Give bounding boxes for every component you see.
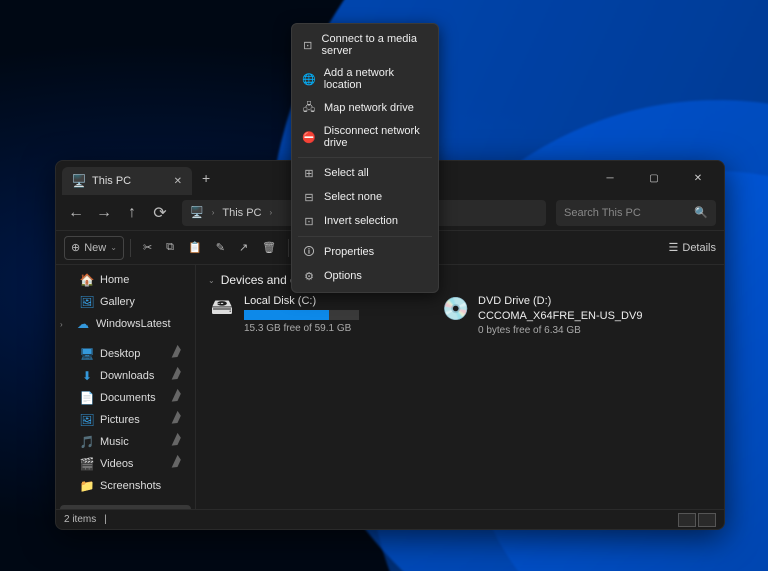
- content: 🏠Home 🖼Gallery ›☁WindowsLatest 🖥Desktop …: [56, 265, 724, 509]
- context-menu: ⊡Connect to a media server 🌐Add a networ…: [291, 23, 439, 293]
- options-icon: ⚙: [302, 269, 316, 283]
- chevron-down-icon: ⌄: [208, 276, 215, 285]
- select-none-icon: ⊟: [302, 190, 316, 204]
- drive-icon: 🖴: [208, 295, 236, 323]
- back-button[interactable]: ←: [64, 201, 88, 225]
- refresh-button[interactable]: ⟳: [148, 201, 172, 225]
- sidebar-item-desktop[interactable]: 🖥Desktop: [56, 343, 195, 365]
- item-count: 2 items: [64, 514, 96, 525]
- sidebar-item-pictures[interactable]: 🖼Pictures: [56, 409, 195, 431]
- drive-dvd-d[interactable]: 💿 DVD Drive (D:) CCCOMA_X64FRE_EN-US_DV9…: [442, 295, 652, 336]
- details-button[interactable]: ☰Details: [669, 241, 717, 254]
- tab-thispc[interactable]: 🖥️ This PC ✕: [62, 167, 192, 195]
- minimize-button[interactable]: ─: [588, 163, 632, 193]
- monitor-icon: 🖥️: [190, 206, 204, 219]
- sidebar-item-windowslatest[interactable]: ›☁WindowsLatest: [56, 313, 195, 335]
- maximize-button[interactable]: ▢: [632, 163, 676, 193]
- monitor-icon: 🖥️: [72, 174, 86, 188]
- breadcrumb-thispc[interactable]: This PC: [222, 207, 261, 219]
- cut-button[interactable]: ✂: [137, 236, 158, 260]
- sidebar-item-gallery[interactable]: 🖼Gallery: [56, 291, 195, 313]
- new-button[interactable]: ⊕New⌄: [64, 236, 124, 260]
- sidebar-item-thispc[interactable]: ›🖥This PC: [60, 505, 191, 509]
- menu-disconnect-network-drive[interactable]: ⛔Disconnect network drive: [292, 120, 438, 154]
- dvd-icon: 💿: [442, 295, 470, 323]
- drive-local-c[interactable]: 🖴 Local Disk (C:) 15.3 GB free of 59.1 G…: [208, 295, 418, 336]
- main-pane: ⌄ Devices and drives 🖴 Local Disk (C:) 1…: [196, 265, 724, 509]
- sidebar-item-home[interactable]: 🏠Home: [56, 269, 195, 291]
- drive-subtitle: CCCOMA_X64FRE_EN-US_DV9: [478, 310, 652, 322]
- sidebar-item-downloads[interactable]: ⬇Downloads: [56, 365, 195, 387]
- menu-connect-media-server[interactable]: ⊡Connect to a media server: [292, 28, 438, 62]
- statusbar: 2 items |: [56, 509, 724, 529]
- menu-select-all[interactable]: ⊞Select all: [292, 161, 438, 185]
- paste-button[interactable]: 📋: [182, 236, 208, 260]
- menu-map-network-drive[interactable]: 🖧Map network drive: [292, 96, 438, 120]
- menu-options[interactable]: ⚙Options: [292, 264, 438, 288]
- drive-name: DVD Drive (D:): [478, 295, 652, 307]
- delete-button[interactable]: 🗑: [256, 236, 282, 260]
- media-server-icon: ⊡: [302, 38, 314, 52]
- disconnect-icon: ⛔: [302, 130, 316, 144]
- window-controls: ─ ▢ ✕: [588, 163, 720, 193]
- rename-button[interactable]: ✎: [210, 236, 231, 260]
- up-button[interactable]: ↑: [120, 201, 144, 225]
- select-all-icon: ⊞: [302, 166, 316, 180]
- share-button[interactable]: ↗: [233, 236, 254, 260]
- drive-usage-bar: [244, 310, 359, 320]
- search-placeholder: Search This PC: [564, 207, 688, 219]
- sidebar-item-screenshots[interactable]: 📁Screenshots: [56, 475, 195, 497]
- network-location-icon: 🌐: [302, 72, 316, 86]
- search-input[interactable]: Search This PC 🔍: [556, 200, 716, 226]
- close-button[interactable]: ✕: [676, 163, 720, 193]
- menu-invert-selection[interactable]: ⊡Invert selection: [292, 209, 438, 233]
- properties-icon: 🛈: [302, 245, 316, 259]
- menu-properties[interactable]: 🛈Properties: [292, 240, 438, 264]
- sidebar: 🏠Home 🖼Gallery ›☁WindowsLatest 🖥Desktop …: [56, 265, 196, 509]
- chevron-icon: ›: [212, 208, 215, 217]
- sidebar-item-videos[interactable]: 🎬Videos: [56, 453, 195, 475]
- new-tab-button[interactable]: +: [202, 170, 210, 186]
- sidebar-item-music[interactable]: 🎵Music: [56, 431, 195, 453]
- menu-add-network-location[interactable]: 🌐Add a network location: [292, 62, 438, 96]
- tab-title: This PC: [92, 175, 131, 187]
- copy-button[interactable]: ⧉: [160, 236, 180, 260]
- drives-list: 🖴 Local Disk (C:) 15.3 GB free of 59.1 G…: [208, 295, 712, 336]
- close-tab-icon[interactable]: ✕: [174, 176, 182, 187]
- network-drive-icon: 🖧: [302, 101, 316, 115]
- view-grid-button[interactable]: [698, 513, 716, 527]
- sidebar-item-documents[interactable]: 📄Documents: [56, 387, 195, 409]
- drive-name: Local Disk (C:): [244, 295, 418, 307]
- search-icon: 🔍: [694, 206, 708, 219]
- invert-icon: ⊡: [302, 214, 316, 228]
- group-header[interactable]: ⌄ Devices and drives: [208, 273, 712, 287]
- chevron-icon: ›: [270, 208, 273, 217]
- forward-button[interactable]: →: [92, 201, 116, 225]
- menu-select-none[interactable]: ⊟Select none: [292, 185, 438, 209]
- drive-free-text: 15.3 GB free of 59.1 GB: [244, 323, 418, 334]
- drive-free-text: 0 bytes free of 6.34 GB: [478, 325, 652, 336]
- view-list-button[interactable]: [678, 513, 696, 527]
